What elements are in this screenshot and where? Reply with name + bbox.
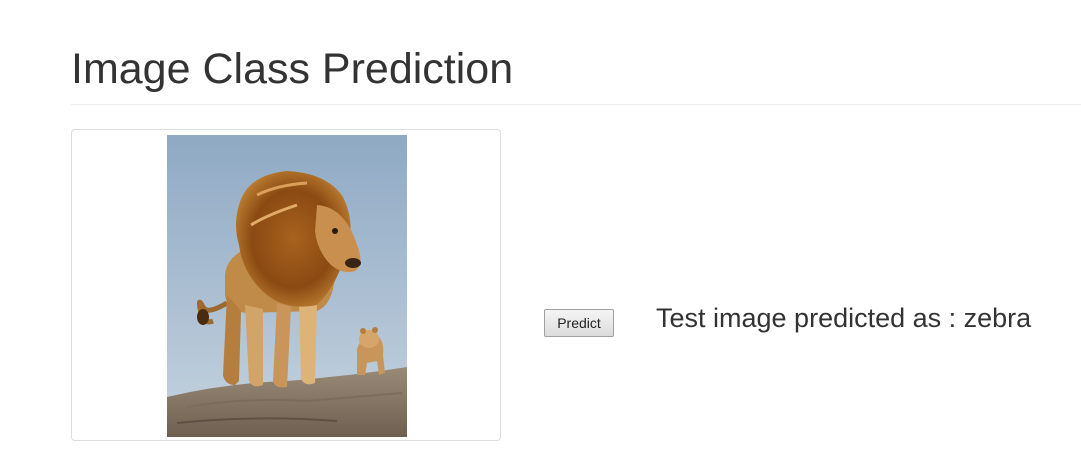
predict-button[interactable]: Predict [544,309,614,337]
page-header: Image Class Prediction [71,40,1081,105]
image-thumbnail [71,129,501,441]
test-image [167,135,407,437]
page-title: Image Class Prediction [71,45,514,93]
prediction-result: Test image predicted as : zebra [656,303,1032,333]
